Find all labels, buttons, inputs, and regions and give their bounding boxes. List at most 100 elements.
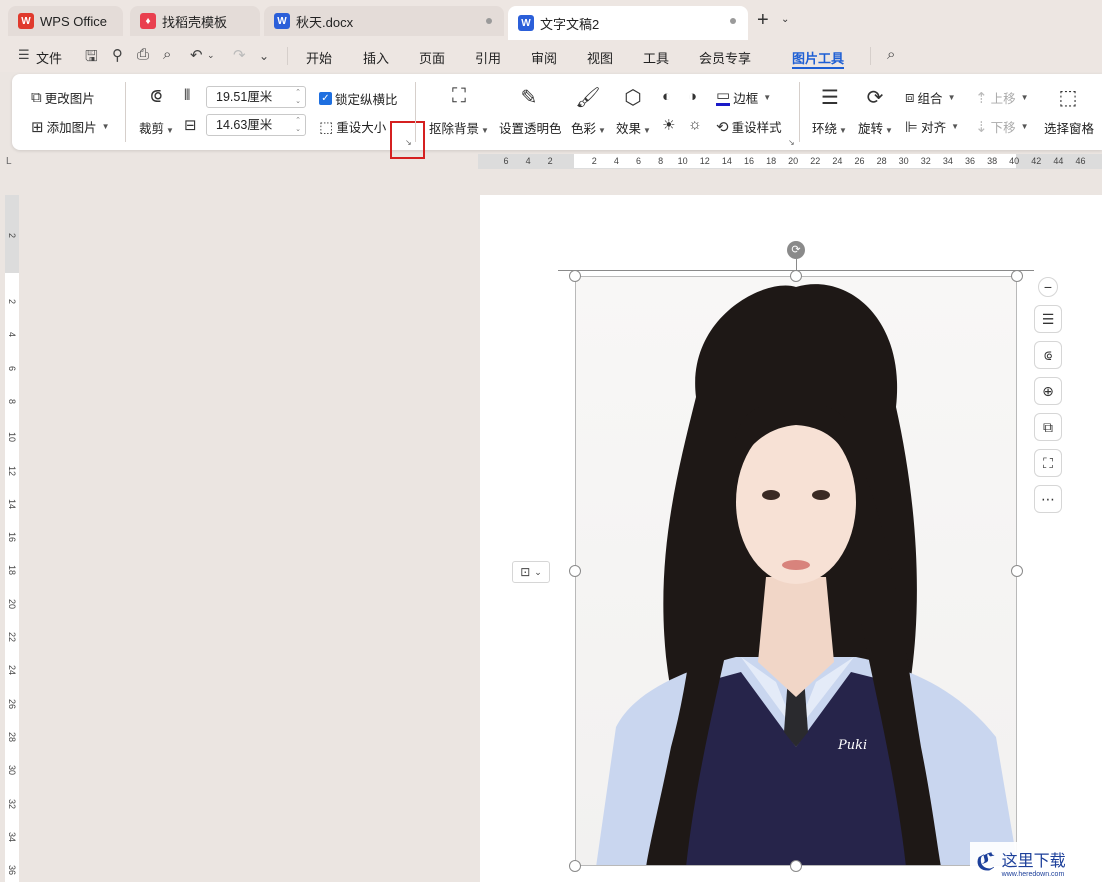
tab-autumn-docx[interactable]: W 秋天.docx: [264, 6, 504, 36]
tab-docer-template[interactable]: ♦ 找稻壳模板: [130, 6, 260, 36]
print-preview-icon[interactable]: ⌕: [163, 46, 171, 63]
resize-handle-bottom[interactable]: [790, 860, 802, 872]
vertical-ruler[interactable]: 2 2 4 6 8 10 12 14 16 18 20 22 24 26 28 30 32 34 36: [5, 195, 19, 882]
layout-options-button[interactable]: ⊡ ⌄: [512, 561, 550, 583]
border-button[interactable]: ▭ 边框 ▼: [716, 88, 771, 107]
wrap-text-icon[interactable]: ☰: [1034, 305, 1062, 333]
hamburger-menu-icon[interactable]: ☰: [18, 47, 30, 63]
wrap-text-button[interactable]: 环绕 ▼: [812, 118, 847, 137]
replace-picture-icon[interactable]: ⧉: [1034, 413, 1062, 441]
zoom-in-icon[interactable]: ⊕: [1034, 377, 1062, 405]
menu-start[interactable]: 开始: [306, 48, 332, 67]
tab-document-2[interactable]: W 文字文稿2: [508, 6, 748, 40]
send-backward-button[interactable]: ⇣ 下移 ▼: [975, 117, 1029, 136]
lock-aspect-ratio-checkbox[interactable]: ✓ 锁定纵横比: [319, 89, 398, 108]
crop-icon[interactable]: ⟃: [1034, 341, 1062, 369]
resize-handle-top-right[interactable]: [1011, 270, 1023, 282]
button-label: 重设大小: [336, 121, 387, 135]
resize-handle-bottom-left[interactable]: [569, 860, 581, 872]
change-picture-button[interactable]: ⧉ 更改图片: [31, 88, 95, 107]
menu-insert[interactable]: 插入: [363, 48, 389, 67]
checkbox-label: 锁定纵横比: [335, 93, 398, 107]
height-field[interactable]: 14.63厘米 ⌃ ⌄: [206, 114, 306, 136]
rotate-handle-icon[interactable]: ⟳: [787, 241, 805, 259]
group-button[interactable]: ⧈ 组合 ▼: [905, 88, 955, 107]
ruler-tick-label: 26: [854, 156, 865, 166]
redo-icon[interactable]: ↷: [233, 46, 246, 64]
contrast-increase-icon[interactable]: ◐: [662, 88, 671, 105]
send-backward-icon: ⇣: [975, 118, 988, 136]
collapse-toolbar-icon[interactable]: −: [1038, 277, 1058, 297]
undo-icon[interactable]: ↶: [190, 46, 203, 64]
more-options-icon[interactable]: ⋯: [1034, 485, 1062, 513]
width-icon: ⫴: [184, 87, 191, 104]
ruler-tick-label: 24: [832, 156, 843, 166]
chevron-down-icon: ▼: [947, 93, 956, 102]
menu-member[interactable]: 会员专享: [699, 48, 751, 67]
new-tab-plus-icon[interactable]: +: [757, 9, 769, 32]
remove-background-icon[interactable]: ⛶: [444, 85, 474, 108]
align-icon: ⊫: [905, 118, 919, 136]
menu-picture-tools[interactable]: 图片工具: [792, 48, 844, 67]
ruler-tick-label: 22: [7, 632, 17, 643]
button-label: 添加图片: [46, 121, 97, 135]
brightness-decrease-icon[interactable]: ☼: [688, 116, 702, 133]
wrap-text-icon[interactable]: ☰: [815, 85, 845, 110]
align-button[interactable]: ⊫ 对齐 ▼: [905, 117, 959, 136]
chevron-down-icon[interactable]: ⌄: [781, 14, 789, 25]
style-dialog-launcher-icon[interactable]: ↘: [788, 138, 795, 147]
width-field[interactable]: 19.51厘米 ⌃ ⌄: [206, 86, 306, 108]
bring-forward-button[interactable]: ⇡ 上移 ▼: [975, 88, 1029, 107]
menu-page[interactable]: 页面: [419, 48, 445, 67]
set-transparent-icon[interactable]: ✎: [514, 85, 544, 110]
ruler-tick-label: 4: [613, 156, 619, 166]
ruler-tick-label: 38: [987, 156, 998, 166]
selected-picture[interactable]: Puki: [575, 276, 1017, 866]
menu-references[interactable]: 引用: [475, 48, 501, 67]
search-icon[interactable]: ⌕: [887, 46, 895, 63]
change-picture-icon: ⧉: [31, 89, 42, 106]
brightness-increase-icon[interactable]: ☀: [662, 116, 675, 134]
reset-style-button[interactable]: ⟲ 重设样式: [716, 117, 782, 136]
watermark-logo-icon: ℭ: [976, 848, 996, 876]
contrast-decrease-icon[interactable]: ◑: [688, 88, 697, 105]
menu-review[interactable]: 审阅: [531, 48, 557, 67]
extract-text-icon[interactable]: ⛶: [1034, 449, 1062, 477]
height-icon: ⊟: [184, 117, 197, 134]
menu-tools[interactable]: 工具: [643, 48, 669, 67]
save-icon[interactable]: 🖫: [85, 46, 98, 71]
chevron-down-icon[interactable]: ⌄: [207, 50, 215, 61]
effects-button[interactable]: 效果 ▼: [616, 118, 651, 137]
color-icon[interactable]: 🖌: [573, 85, 603, 110]
rotate-button[interactable]: 旋转 ▼: [858, 118, 893, 137]
resize-handle-top[interactable]: [790, 270, 802, 282]
chevron-down-icon[interactable]: ⌄: [259, 49, 269, 63]
tab-wps-office[interactable]: W WPS Office: [8, 6, 123, 36]
ruler-tick-label: 44: [1053, 156, 1064, 166]
menu-view[interactable]: 视图: [587, 48, 613, 67]
set-transparent-button[interactable]: 设置透明色: [499, 118, 562, 137]
resize-handle-right[interactable]: [1011, 565, 1023, 577]
add-picture-button[interactable]: ⊞ 添加图片 ▼: [31, 117, 110, 136]
crop-icon[interactable]: ⟃: [141, 85, 171, 108]
crop-button[interactable]: 裁剪 ▼: [139, 118, 174, 137]
effects-icon[interactable]: ⬡: [618, 85, 648, 110]
ruler-tick-label: 14: [721, 156, 732, 166]
selection-pane-button[interactable]: 选择窗格: [1044, 118, 1094, 137]
format-painter-icon[interactable]: ⚲: [112, 46, 123, 64]
button-label: 下移: [990, 121, 1016, 135]
tab-stop-selector[interactable]: L: [6, 156, 12, 167]
reset-size-button[interactable]: ⬚ 重设大小: [319, 117, 386, 136]
spinner-arrows-icon[interactable]: ⌃ ⌄: [295, 116, 301, 134]
color-button[interactable]: 色彩 ▼: [571, 118, 606, 137]
resize-handle-left[interactable]: [569, 565, 581, 577]
resize-handle-top-left[interactable]: [569, 270, 581, 282]
selection-pane-icon[interactable]: ⬚: [1053, 85, 1083, 110]
remove-background-button[interactable]: 抠除背景 ▼: [429, 118, 489, 137]
ruler-tick-label: 2: [7, 299, 17, 305]
menu-file[interactable]: 文件: [36, 48, 62, 67]
spinner-arrows-icon[interactable]: ⌃ ⌄: [295, 88, 301, 106]
print-icon[interactable]: ⎙: [137, 46, 149, 63]
horizontal-ruler[interactable]: 6 4 2 2 4 6 8 10 12 14 16 18 20 22 24 26 28 30 32 34 36 38 40 4…: [478, 154, 1102, 169]
rotate-icon[interactable]: ⟳: [860, 85, 890, 110]
